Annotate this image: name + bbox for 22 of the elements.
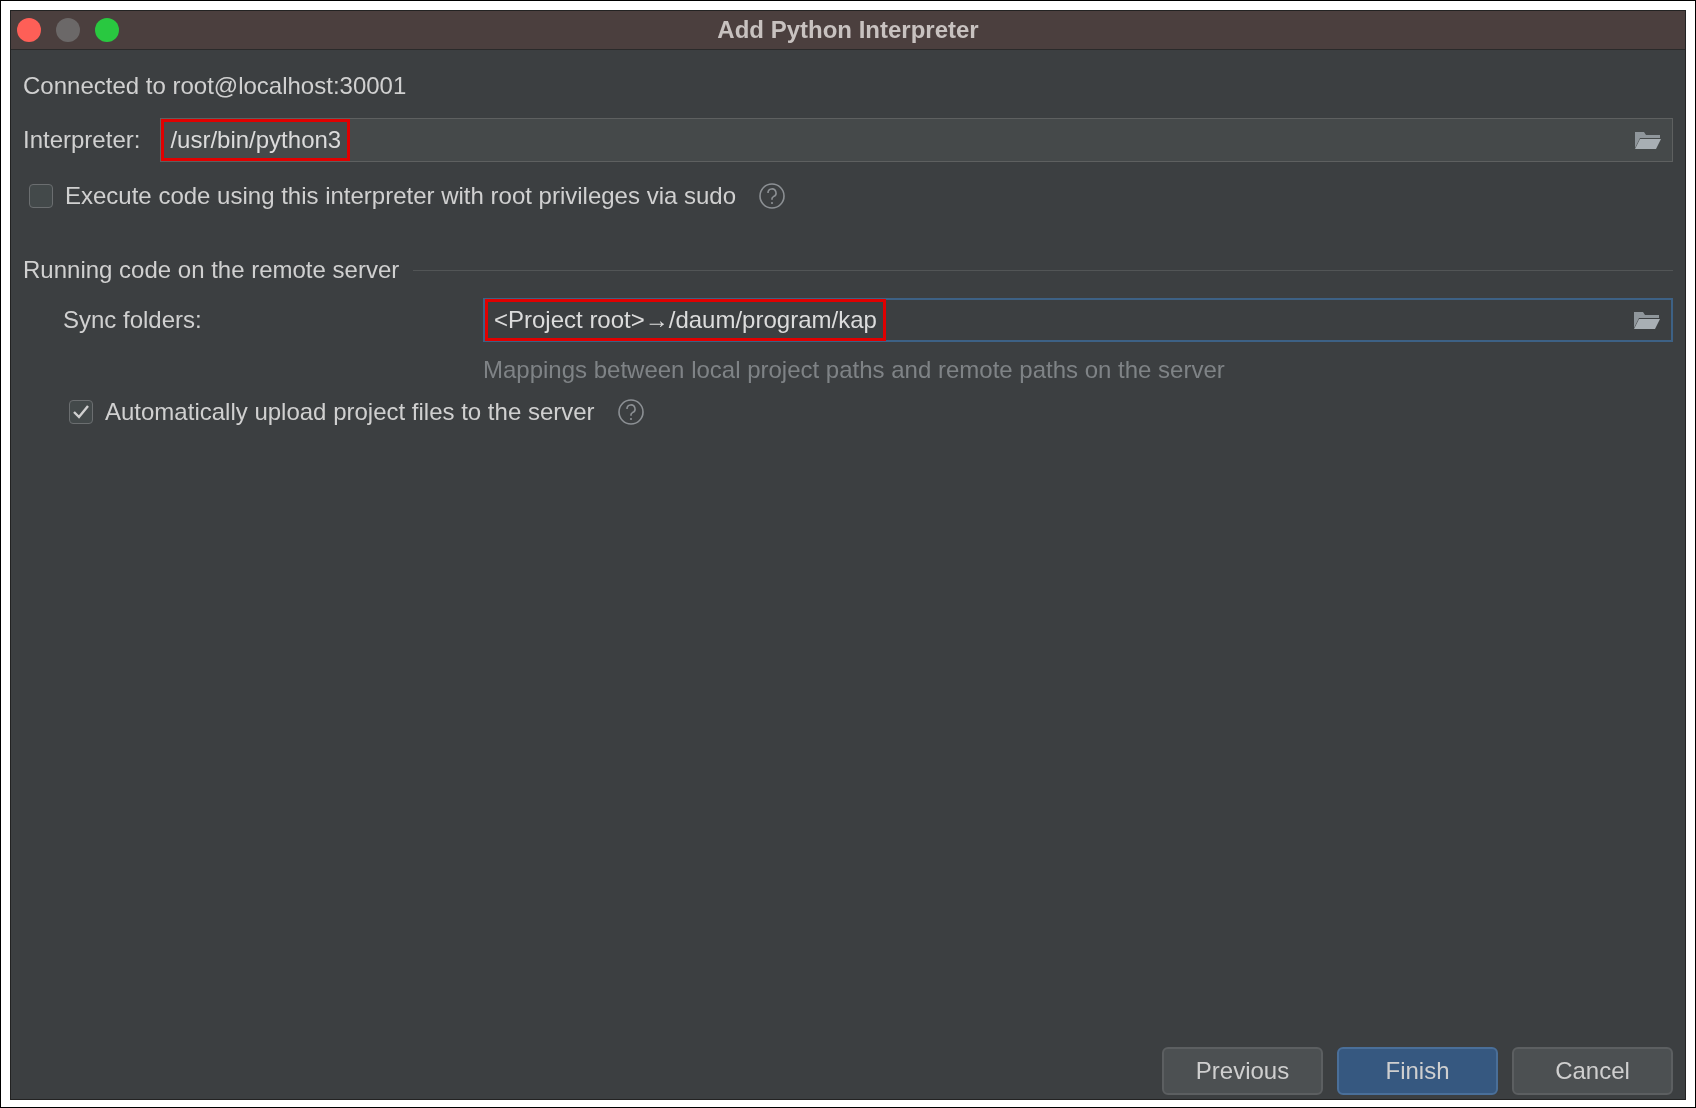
connection-status: Connected to root@localhost:30001 [23, 72, 408, 100]
checkbox[interactable] [29, 184, 53, 208]
zoom-button[interactable] [95, 18, 119, 42]
field-label: Interpreter: [23, 126, 141, 154]
close-button[interactable] [17, 18, 41, 42]
section-title: Running code on the remote server [23, 256, 400, 284]
checkbox[interactable] [69, 400, 93, 424]
folder-icon[interactable] [1633, 309, 1661, 331]
cancel-button[interactable]: Cancel [1512, 1047, 1673, 1095]
previous-button[interactable]: Previous [1162, 1047, 1323, 1095]
checkbox-label: Execute code using this interpreter with root privileges via sudo [65, 182, 736, 210]
finish-button[interactable]: Finish [1337, 1047, 1498, 1095]
window-title: Add Python Interpreter [717, 16, 979, 43]
field-label: Sync folders: [63, 306, 203, 334]
input-field[interactable]: /usr/bin/python3 [160, 118, 1673, 162]
minimize-button[interactable] [56, 18, 80, 42]
checkbox-label: Automatically upload project files to the server [105, 398, 595, 426]
help-icon[interactable] [616, 398, 645, 426]
input-field[interactable]: <Project root>→/daum/program/kap [483, 298, 1673, 342]
hint-text: Mappings between local project paths and remote paths on the server [483, 356, 1226, 384]
folder-icon[interactable] [1634, 129, 1662, 151]
help-icon[interactable] [758, 182, 786, 210]
